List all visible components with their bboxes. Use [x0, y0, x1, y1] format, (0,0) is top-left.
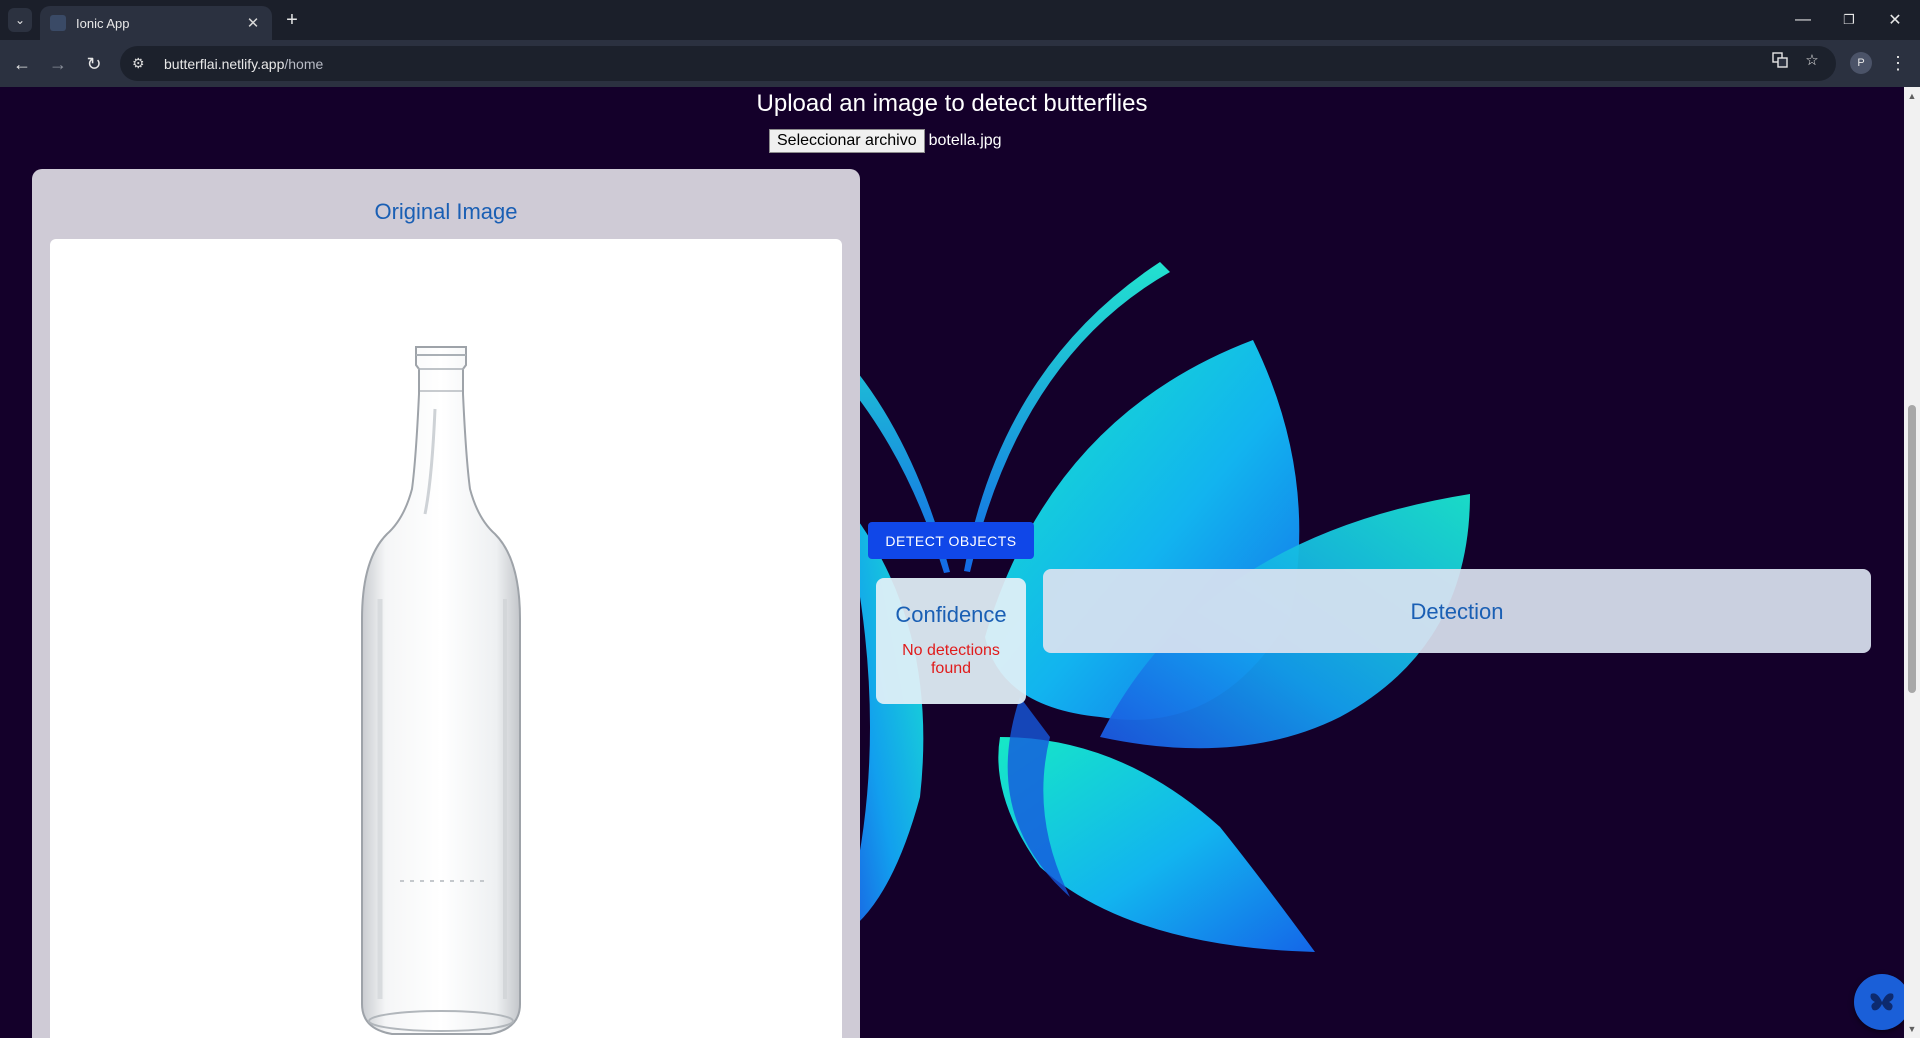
uploaded-image [50, 239, 842, 1038]
browser-chrome: ⌄ Ionic App ✕ + — ❐ ✕ ← → ↻ ⚙ butterflai… [0, 0, 1920, 87]
browser-menu-icon[interactable]: ⋮ [1886, 50, 1910, 76]
profile-avatar[interactable]: P [1850, 52, 1872, 74]
bookmark-star-icon[interactable]: ☆ [1798, 46, 1826, 74]
url-text: butterflai.netlify.app/home [164, 56, 323, 72]
site-settings-icon[interactable]: ⚙ [132, 55, 152, 72]
tab-close-icon[interactable]: ✕ [244, 14, 262, 32]
page-viewport: Upload an image to detect butterflies Se… [0, 87, 1904, 1038]
detection-title: Detection [1410, 599, 1504, 624]
glass-bottle-icon [361, 346, 521, 1035]
arrow-right-icon: → [49, 53, 67, 74]
no-detections-message: No detections found [902, 642, 1000, 677]
minimize-button[interactable]: — [1780, 4, 1826, 36]
favicon-icon [50, 15, 66, 31]
confidence-card: Confidence No detections found [876, 578, 1026, 704]
tab-title: Ionic App [76, 15, 130, 31]
browser-tab[interactable]: Ionic App ✕ [40, 6, 272, 40]
scrollbar-thumb[interactable] [1908, 405, 1916, 693]
page-scrollbar[interactable]: ▲ ▼ [1904, 87, 1920, 1038]
reload-icon: ↻ [86, 53, 102, 74]
url-path: /home [284, 55, 324, 72]
tab-strip: ⌄ Ionic App ✕ + — ❐ ✕ [0, 0, 1920, 40]
address-bar[interactable]: ⚙ butterflai.netlify.app/home [120, 46, 1836, 81]
reload-button[interactable]: ↻ [80, 50, 108, 78]
choose-file-button[interactable]: Seleccionar archivo [769, 129, 925, 153]
url-host: butterflai.netlify.app [164, 55, 285, 72]
confidence-title: Confidence [895, 602, 1007, 627]
new-tab-button[interactable]: + [280, 8, 304, 32]
selected-file-name: botella.jpg [928, 132, 1002, 149]
floating-action-button[interactable] [1854, 974, 1904, 1030]
detect-objects-button[interactable]: DETECT OBJECTS [868, 522, 1034, 559]
window-close-button[interactable]: ✕ [1872, 4, 1918, 36]
scroll-up-arrow-icon[interactable]: ▲ [1907, 91, 1917, 101]
tab-search-button[interactable]: ⌄ [8, 8, 32, 32]
original-image-title: Original Image [374, 199, 518, 224]
detection-card: Detection [1043, 569, 1871, 653]
browser-toolbar: ← → ↻ ⚙ butterflai.netlify.app/home ☆ P … [0, 40, 1920, 87]
back-button[interactable]: ← [8, 50, 36, 78]
restore-button[interactable]: ❐ [1826, 4, 1872, 36]
forward-button[interactable]: → [44, 50, 72, 78]
file-upload-row: Seleccionar archivo botella.jpg [769, 129, 1002, 153]
translate-icon[interactable] [1766, 46, 1794, 74]
original-image-card: Original Image [32, 169, 860, 1038]
chevron-down-icon: ⌄ [14, 13, 26, 27]
arrow-left-icon: ← [13, 53, 31, 74]
scroll-down-arrow-icon[interactable]: ▼ [1907, 1024, 1917, 1034]
butterfly-icon [1870, 993, 1894, 1011]
upload-heading: Upload an image to detect butterflies [756, 90, 1148, 117]
